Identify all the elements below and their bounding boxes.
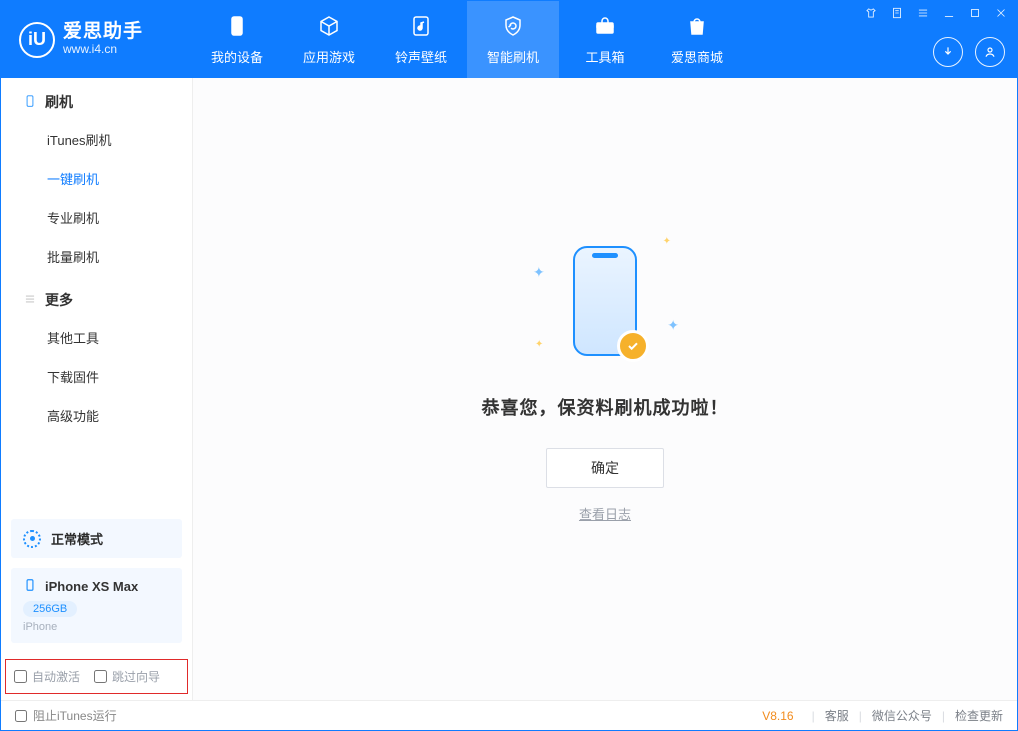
- phone-outline-icon: [23, 94, 37, 111]
- tab-label: 我的设备: [211, 47, 263, 66]
- mode-card[interactable]: 正常模式: [11, 519, 182, 558]
- tab-label: 铃声壁纸: [395, 47, 447, 66]
- footer-link-service[interactable]: 客服: [825, 707, 849, 724]
- sparkle-icon: ✦: [663, 236, 671, 247]
- device-name: iPhone XS Max: [45, 579, 138, 594]
- checkbox-auto-activate[interactable]: 自动激活: [14, 668, 80, 685]
- shirt-icon[interactable]: [863, 5, 879, 21]
- checkbox-input[interactable]: [94, 670, 107, 683]
- sidebar-item-advanced[interactable]: 高级功能: [1, 396, 192, 435]
- device-card[interactable]: iPhone XS Max 256GB iPhone: [11, 568, 182, 643]
- brand-name: 爱思助手: [63, 22, 143, 43]
- ok-button[interactable]: 确定: [546, 448, 664, 488]
- maximize-icon[interactable]: [967, 5, 983, 21]
- tab-ringtones-wallpaper[interactable]: 铃声壁纸: [375, 1, 467, 78]
- version-label: V8.16: [762, 709, 793, 723]
- mode-label: 正常模式: [51, 529, 103, 548]
- sparkle-icon: ✦: [667, 317, 679, 334]
- footer-link-update[interactable]: 检查更新: [955, 707, 1003, 724]
- minimize-icon[interactable]: [941, 5, 957, 21]
- tab-store[interactable]: 爱思商城: [651, 1, 743, 78]
- tab-label: 工具箱: [585, 47, 624, 66]
- shopping-bag-icon: [685, 14, 709, 41]
- check-badge-icon: [617, 330, 649, 362]
- sparkle-icon: ✦: [533, 264, 545, 281]
- view-log-link[interactable]: 查看日志: [579, 504, 631, 523]
- sidebar-group-more: 更多: [1, 276, 192, 318]
- sidebar-group-title: 更多: [45, 290, 73, 310]
- cube-icon: [317, 14, 341, 41]
- toolbox-icon: [593, 14, 617, 41]
- device-phone-icon: [23, 578, 37, 595]
- checkbox-input[interactable]: [14, 670, 27, 683]
- device-capacity-chip: 256GB: [23, 601, 77, 617]
- menu-lines-icon[interactable]: [915, 5, 931, 21]
- tab-my-device[interactable]: 我的设备: [191, 1, 283, 78]
- checkbox-label: 阻止iTunes运行: [33, 707, 117, 724]
- sidebar-item-batch-flash[interactable]: 批量刷机: [1, 237, 192, 276]
- tab-label: 爱思商城: [671, 47, 723, 66]
- note-icon[interactable]: [889, 5, 905, 21]
- checkbox-skip-guide[interactable]: 跳过向导: [94, 668, 160, 685]
- shield-refresh-icon: [501, 14, 525, 41]
- checkbox-input[interactable]: [15, 710, 27, 722]
- sidebar-item-pro-flash[interactable]: 专业刷机: [1, 198, 192, 237]
- separator: |: [859, 709, 862, 723]
- tab-smart-flash[interactable]: 智能刷机: [467, 1, 559, 78]
- separator: |: [812, 709, 815, 723]
- music-note-icon: [409, 14, 433, 41]
- tab-toolbox[interactable]: 工具箱: [559, 1, 651, 78]
- tab-label: 智能刷机: [487, 47, 539, 66]
- checkbox-label: 跳过向导: [112, 668, 160, 685]
- phone-graphic: [573, 246, 637, 356]
- sidebar-item-download-firmware[interactable]: 下载固件: [1, 357, 192, 396]
- checkbox-block-itunes[interactable]: 阻止iTunes运行: [15, 707, 117, 724]
- close-icon[interactable]: [993, 5, 1009, 21]
- success-illustration: ✦ ✦ ✦ ✦: [515, 226, 695, 376]
- tab-label: 应用游戏: [303, 47, 355, 66]
- phone-icon: [225, 14, 249, 41]
- window-controls: [863, 5, 1009, 21]
- footer: 阻止iTunes运行 V8.16 | 客服 | 微信公众号 | 检查更新: [1, 700, 1017, 730]
- titlebar: iU 爱思助手 www.i4.cn 我的设备 应用游戏 铃声壁纸 智能刷机 工具…: [1, 1, 1017, 78]
- download-button[interactable]: [933, 37, 963, 67]
- checkbox-label: 自动激活: [32, 668, 80, 685]
- sidebar-options-highlighted: 自动激活 跳过向导: [5, 659, 188, 694]
- workspace: 刷机 iTunes刷机 一键刷机 专业刷机 批量刷机 更多 其他工具 下载固件 …: [1, 78, 1017, 700]
- sidebar: 刷机 iTunes刷机 一键刷机 专业刷机 批量刷机 更多 其他工具 下载固件 …: [1, 78, 193, 700]
- sidebar-item-itunes-flash[interactable]: iTunes刷机: [1, 120, 192, 159]
- menu-icon: [23, 292, 37, 309]
- brand-logo-icon: iU: [19, 22, 55, 58]
- success-message: 恭喜您，保资料刷机成功啦！: [482, 394, 729, 420]
- user-button[interactable]: [975, 37, 1005, 67]
- brand-url: www.i4.cn: [63, 43, 143, 56]
- tab-apps-games[interactable]: 应用游戏: [283, 1, 375, 78]
- mode-status-icon: [23, 530, 41, 548]
- sidebar-item-other-tools[interactable]: 其他工具: [1, 318, 192, 357]
- sidebar-item-onekey-flash[interactable]: 一键刷机: [1, 159, 192, 198]
- sidebar-bottom: 正常模式 iPhone XS Max 256GB iPhone: [1, 519, 192, 653]
- separator: |: [942, 709, 945, 723]
- sidebar-group-title: 刷机: [45, 92, 73, 112]
- device-subtitle: iPhone: [23, 621, 170, 633]
- footer-link-wechat[interactable]: 微信公众号: [872, 707, 932, 724]
- sidebar-group-flash: 刷机: [1, 78, 192, 120]
- main-panel: ✦ ✦ ✦ ✦ 恭喜您，保资料刷机成功啦！ 确定 查看日志: [193, 78, 1017, 700]
- sparkle-icon: ✦: [535, 339, 543, 350]
- header-actions: [933, 37, 1005, 67]
- footer-right: V8.16 | 客服 | 微信公众号 | 检查更新: [762, 707, 1003, 724]
- brand: iU 爱思助手 www.i4.cn: [1, 1, 191, 78]
